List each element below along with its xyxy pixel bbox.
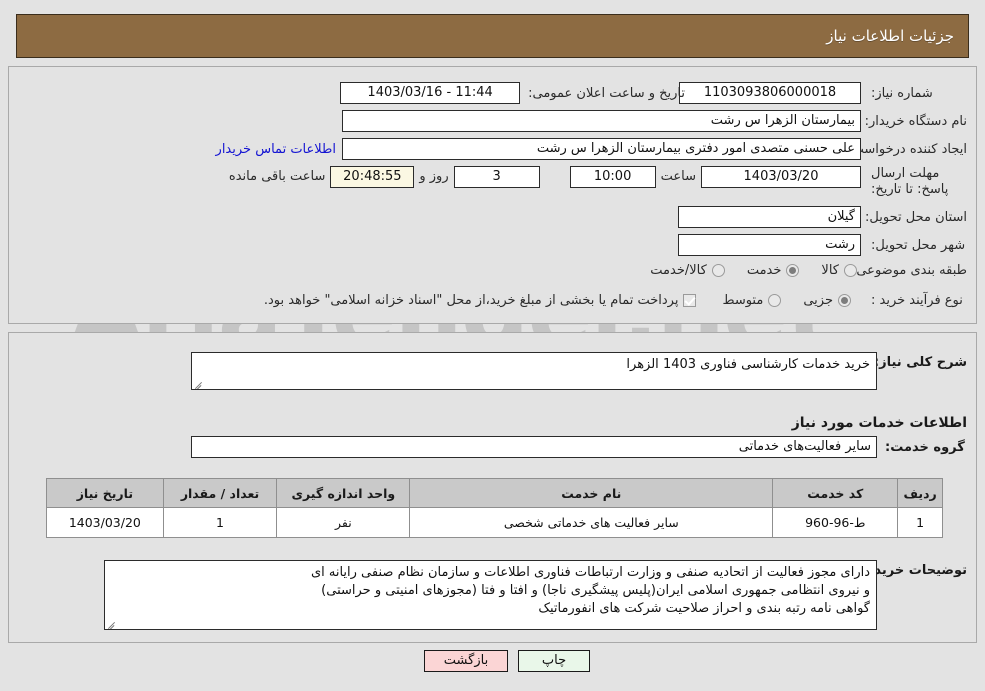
category-option-service[interactable]: خدمت <box>747 263 800 278</box>
deadline-label: مهلت ارسال پاسخ: تا تاریخ: <box>871 166 949 197</box>
deadline-days-suffix: روز و <box>419 169 449 184</box>
purchase-type-label: نوع فرآیند خرید : <box>871 293 963 308</box>
category-row: طبقه بندی موضوعی: کالا خدمت کالا/خدمت <box>650 263 967 278</box>
cell-index: 1 <box>897 507 943 538</box>
buyer-org-label: نام دستگاه خریدار: <box>864 113 967 129</box>
resize-grip-icon[interactable] <box>194 378 204 388</box>
treasury-note-checkbox[interactable] <box>683 294 697 307</box>
cell-unit: نفر <box>276 507 411 538</box>
deadline-time-value: 10:00 <box>569 166 656 188</box>
cell-service-name: سایر فعالیت های خدماتی شخصی <box>409 507 774 538</box>
purchase-type-option-medium[interactable]: متوسط <box>722 293 782 308</box>
page-header-bar: جزئیات اطلاعات نیاز <box>16 14 969 58</box>
cell-service-code: ط-96-960 <box>772 507 899 538</box>
need-number-row: شماره نیاز: 1103093806000018 <box>679 82 967 104</box>
category-radio-service-icon[interactable] <box>786 264 800 277</box>
th-unit: واحد اندازه گیری <box>276 478 411 508</box>
cell-quantity: 1 <box>162 507 278 538</box>
general-desc-row: شرح کلی نیاز: خرید خدمات کارشناسی فناوری… <box>191 352 967 390</box>
province-label: استان محل تحویل: <box>865 209 967 225</box>
category-label: طبقه بندی موضوعی: <box>851 263 967 278</box>
requester-row: ایجاد کننده درخواست: علی حسنی متصدی امور… <box>210 138 967 160</box>
announce-datetime-value: 11:44 - 1403/03/16 <box>340 82 521 104</box>
announce-datetime-label: تاریخ و ساعت اعلان عمومی: <box>528 85 685 101</box>
category-option-goods-service-label: کالا/خدمت <box>650 263 707 278</box>
announce-datetime-row: تاریخ و ساعت اعلان عمومی: 11:44 - 1403/0… <box>340 82 685 104</box>
category-radio-goods-icon[interactable] <box>844 264 857 277</box>
deadline-time-label: ساعت <box>660 169 696 184</box>
th-index: ردیف <box>897 478 943 508</box>
treasury-note-block: پرداخت تمام یا بخشی از مبلغ خرید،از محل … <box>264 293 697 308</box>
buyer-notes-textarea[interactable]: دارای مجوز فعالیت از اتحادیه صنفی و وزار… <box>104 560 877 630</box>
th-service-name: نام خدمت <box>409 478 774 508</box>
purchase-type-row: نوع فرآیند خرید : جزیی متوسط پرداخت تمام… <box>264 293 967 308</box>
category-option-goods[interactable]: کالا <box>821 263 857 278</box>
buyer-contact-link[interactable]: اطلاعات تماس خریدار <box>210 142 342 157</box>
buyer-org-value: بیمارستان الزهرا س رشت <box>342 110 861 132</box>
need-number-label: شماره نیاز: <box>871 85 933 101</box>
deadline-countdown-value: 20:48:55 <box>330 166 415 188</box>
requester-label: ایجاد کننده درخواست: <box>847 141 967 157</box>
table-header-row: ردیف کد خدمت نام خدمت واحد اندازه گیری ت… <box>46 478 943 508</box>
purchase-type-radio-minor-icon[interactable] <box>838 294 851 307</box>
province-row: استان محل تحویل: گیلان <box>678 206 967 228</box>
purchase-type-option-medium-label: متوسط <box>722 293 764 308</box>
deadline-date-value: 1403/03/20 <box>701 166 861 188</box>
requester-value: علی حسنی متصدی امور دفتری بیمارستان الزه… <box>342 138 861 160</box>
deadline-row: مهلت ارسال پاسخ: تا تاریخ: 1403/03/20 سا… <box>224 166 967 198</box>
service-group-label: گروه خدمت: <box>885 439 965 455</box>
th-quantity: تعداد / مقدار <box>162 478 278 508</box>
buyer-notes-row: توضیحات خریدار: دارای مجوز فعالیت از اتح… <box>104 560 967 630</box>
general-desc-value: خرید خدمات کارشناسی فناوری 1403 الزهرا <box>626 357 870 372</box>
table-row: 1 ط-96-960 سایر فعالیت های خدماتی شخصی ن… <box>46 507 943 538</box>
buyer-notes-line-1: دارای مجوز فعالیت از اتحادیه صنفی و وزار… <box>310 565 870 580</box>
general-desc-label: شرح کلی نیاز: <box>873 355 967 370</box>
general-desc-textarea[interactable]: خرید خدمات کارشناسی فناوری 1403 الزهرا <box>191 352 877 390</box>
purchase-type-radio-medium-icon[interactable] <box>768 294 782 307</box>
buyer-org-row: نام دستگاه خریدار: بیمارستان الزهرا س رش… <box>342 110 967 132</box>
province-value: گیلان <box>678 206 861 228</box>
service-items-table: ردیف کد خدمت نام خدمت واحد اندازه گیری ت… <box>46 478 943 538</box>
purchase-type-option-minor[interactable]: جزیی <box>803 293 851 308</box>
treasury-note-text: پرداخت تمام یا بخشی از مبلغ خرید،از محل … <box>263 293 679 308</box>
category-option-goods-service[interactable]: کالا/خدمت <box>650 263 725 278</box>
city-value: رشت <box>678 234 861 256</box>
buyer-notes-line-3: گواهی نامه رتبه بندی و احراز صلاحیت شرکت… <box>538 601 870 616</box>
th-service-code: کد خدمت <box>772 478 899 508</box>
cell-need-date: 1403/03/20 <box>46 507 164 538</box>
city-label: شهر محل تحویل: <box>871 237 966 253</box>
category-option-service-label: خدمت <box>746 263 782 278</box>
services-section-heading: اطلاعات خدمات مورد نیاز <box>791 415 967 431</box>
deadline-days-value: 3 <box>453 166 540 188</box>
city-row: شهر محل تحویل: رشت <box>678 234 967 256</box>
category-option-goods-label: کالا <box>821 263 839 278</box>
back-button[interactable]: بازگشت <box>424 650 508 672</box>
buyer-notes-line-2: و نیروی انتظامی جمهوری اسلامی ایران(پلیس… <box>321 583 870 598</box>
print-button[interactable]: چاپ <box>518 650 590 672</box>
category-radio-goods-service-icon[interactable] <box>711 264 725 277</box>
deadline-countdown-suffix: ساعت باقی مانده <box>228 169 326 184</box>
need-number-value: 1103093806000018 <box>679 82 861 104</box>
th-need-date: تاریخ نیاز <box>46 478 164 508</box>
buyer-notes-label: توضیحات خریدار: <box>857 563 967 578</box>
service-group-value: سایر فعالیت‌های خدماتی <box>191 436 877 458</box>
service-group-row: گروه خدمت: سایر فعالیت‌های خدماتی <box>191 436 967 458</box>
page-title: جزئیات اطلاعات نیاز <box>826 27 954 45</box>
purchase-type-option-minor-label: جزیی <box>803 293 833 308</box>
resize-grip-icon[interactable] <box>107 618 117 628</box>
